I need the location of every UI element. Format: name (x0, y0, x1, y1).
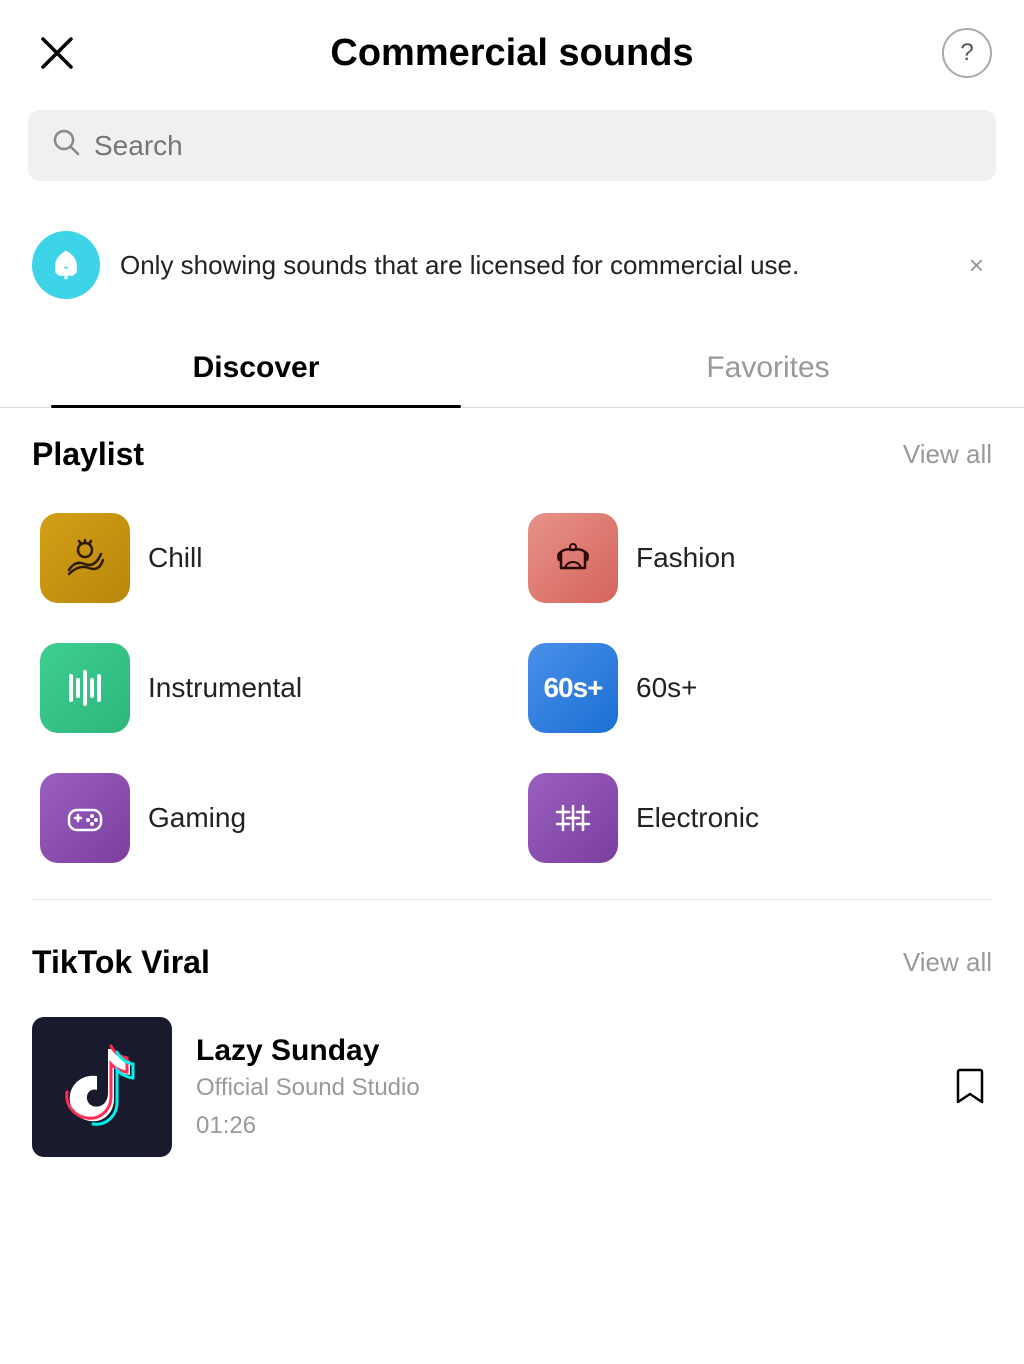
tab-discover[interactable]: Discover (0, 329, 512, 407)
tiktok-viral-title: TikTok Viral (32, 944, 210, 981)
song-artist: Official Sound Studio (196, 1074, 924, 1102)
search-container (0, 98, 1024, 201)
electronic-icon (528, 773, 618, 863)
playlist-item-instrumental[interactable]: Instrumental (24, 623, 512, 753)
tiktok-viral-view-all[interactable]: View all (903, 947, 992, 978)
playlist-item-electronic[interactable]: Electronic (512, 753, 1000, 883)
tabs: Discover Favorites (0, 329, 1024, 408)
playlist-view-all[interactable]: View all (903, 439, 992, 470)
chill-icon (40, 513, 130, 603)
song-duration: 01:26 (196, 1112, 924, 1140)
section-divider (32, 899, 992, 900)
close-button[interactable] (32, 28, 82, 78)
playlist-item-fashion[interactable]: Fashion (512, 493, 1000, 623)
tab-favorites[interactable]: Favorites (512, 329, 1024, 407)
sixties-label: 60s+ (636, 672, 698, 704)
song-info: Lazy Sunday Official Sound Studio 01:26 (196, 1034, 924, 1140)
notice-text: Only showing sounds that are licensed fo… (120, 247, 799, 283)
search-input[interactable] (94, 130, 972, 162)
fashion-label: Fashion (636, 542, 736, 574)
bookmark-button[interactable] (948, 1065, 992, 1109)
page-title: Commercial sounds (82, 32, 942, 75)
header: Commercial sounds ? (0, 0, 1024, 98)
playlist-title: Playlist (32, 436, 144, 473)
help-icon: ? (960, 39, 973, 67)
playlist-item-gaming[interactable]: Gaming (24, 753, 512, 883)
gaming-label: Gaming (148, 802, 246, 834)
fashion-icon (528, 513, 618, 603)
notice-close-button[interactable]: × (961, 242, 992, 289)
search-icon (52, 128, 80, 163)
playlist-item-sixties[interactable]: 60s+ 60s+ (512, 623, 1000, 753)
playlist-grid: Chill Fashion Instrumental (0, 493, 1024, 883)
playlist-item-chill[interactable]: Chill (24, 493, 512, 623)
notice-banner: Only showing sounds that are licensed fo… (0, 211, 1024, 319)
gaming-icon (40, 773, 130, 863)
tiktok-viral-section: TikTok Viral View all Lazy Sunday Offici… (0, 916, 1024, 1193)
sixties-badge-text: 60s+ (543, 672, 602, 704)
help-button[interactable]: ? (942, 28, 992, 78)
song-thumbnail (32, 1017, 172, 1157)
song-title: Lazy Sunday (196, 1034, 924, 1068)
chill-label: Chill (148, 542, 202, 574)
electronic-label: Electronic (636, 802, 759, 834)
tiktok-viral-header: TikTok Viral View all (0, 916, 1024, 1001)
song-item-lazy-sunday[interactable]: Lazy Sunday Official Sound Studio 01:26 (0, 1001, 1024, 1173)
playlist-section-header: Playlist View all (0, 408, 1024, 493)
instrumental-label: Instrumental (148, 672, 302, 704)
notice-content: Only showing sounds that are licensed fo… (32, 231, 799, 299)
search-bar[interactable] (28, 110, 996, 181)
notice-icon (32, 231, 100, 299)
instrumental-icon (40, 643, 130, 733)
sixties-icon: 60s+ (528, 643, 618, 733)
